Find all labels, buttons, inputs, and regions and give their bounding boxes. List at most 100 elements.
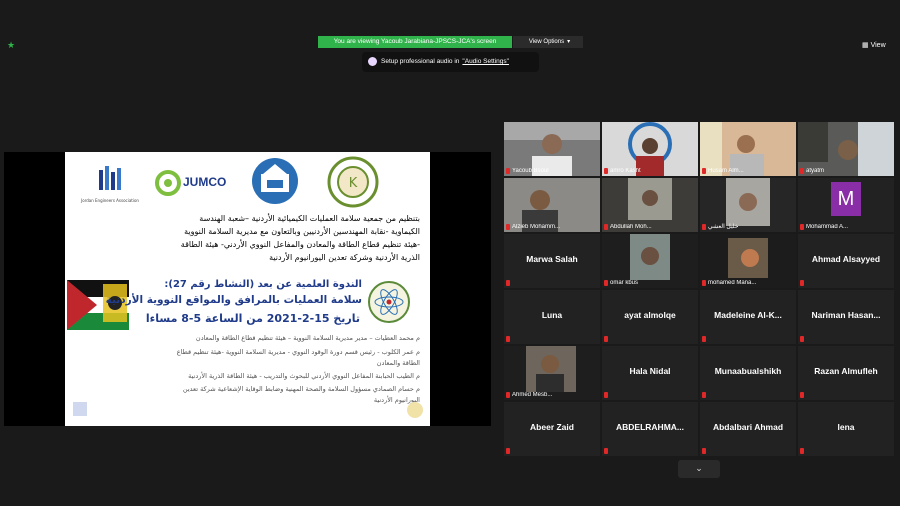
participant-tile[interactable]: Ahmed Mesb... <box>504 346 600 400</box>
speaker-line-3: الطاقة والمعادن <box>376 359 420 367</box>
view-button-label: View <box>870 42 886 49</box>
participant-name: Madeleine Al-K... <box>714 310 782 320</box>
participant-tile[interactable]: ayat almolqe <box>602 290 698 344</box>
chevron-down-icon: ▾ <box>567 39 571 45</box>
engineers-association-logo <box>95 164 125 198</box>
participant-tile[interactable]: Alzieb Mohamm... <box>504 178 600 232</box>
slide-line-1: بتنظيم من جمعية سلامة العمليات الكيميائي… <box>199 214 420 223</box>
engineers-association-caption: Jordan Engineers Association <box>81 198 139 203</box>
participant-tile[interactable]: Nariman Hasan... <box>798 290 894 344</box>
participant-tile[interactable]: lena <box>798 402 894 456</box>
participant-tile[interactable]: Hala Nidal <box>602 346 698 400</box>
mic-muted-icon <box>702 392 706 398</box>
atom-emblem-icon <box>367 280 411 324</box>
participant-name: Ahmed Mesb... <box>512 392 553 398</box>
participant-name: Razan Almufleh <box>814 366 878 376</box>
participant-tile[interactable]: خليل العشي <box>700 178 796 232</box>
mic-muted-icon <box>506 392 510 398</box>
grid-icon: ▦ <box>862 42 869 49</box>
participant-tile[interactable]: Madeleine Al-K... <box>700 290 796 344</box>
mic-muted-icon <box>702 168 706 174</box>
participant-tile[interactable]: Marwa Salah <box>504 234 600 288</box>
slide-topic: سلامة العمليات بالمرافق والمواقع النووية… <box>105 294 362 306</box>
mic-muted-icon <box>604 392 608 398</box>
participant-tile[interactable]: atyatm <box>798 122 894 176</box>
mic-muted-icon <box>702 280 706 286</box>
participant-name: Ahmad Alsayyed <box>811 254 881 264</box>
participant-tile[interactable]: Munaabualshikh <box>700 346 796 400</box>
participant-tile-active-speaker[interactable]: mohamed Mana... <box>700 234 796 288</box>
mic-muted-icon <box>800 224 804 230</box>
participant-name: atyatm <box>806 168 825 174</box>
screen-share-banner: You are viewing Yacoub Jarabiana-JPSCS-J… <box>318 36 512 48</box>
participant-name: Husam Alm... <box>708 168 744 174</box>
jumco-label: JUMCO <box>183 175 227 189</box>
participant-name: Hala Nidal <box>629 366 671 376</box>
participant-tile[interactable]: omar kbus <box>602 234 698 288</box>
mic-muted-icon <box>702 448 706 454</box>
shield-icon[interactable]: ★ <box>7 42 16 51</box>
mic-muted-icon <box>800 392 804 398</box>
participant-tile[interactable]: Ahmad Alsayyed <box>798 234 894 288</box>
mic-muted-icon <box>702 336 706 342</box>
participant-tile[interactable]: ABDELRAHMA... <box>602 402 698 456</box>
audio-settings-notice: Setup professional audio in "Audio Settin… <box>362 52 539 72</box>
speaker-line-1: م محمد العطيات – مدير مديرية السلامة الن… <box>195 334 420 342</box>
avatar: M <box>831 182 861 216</box>
participant-name: Abdullah Moh... <box>610 224 652 230</box>
mic-muted-icon <box>506 280 510 286</box>
participant-name: ayat almolqe <box>624 310 676 320</box>
participant-tile[interactable]: Abdullah Moh... <box>602 178 698 232</box>
slide-line-3: -هيئة تنظيم قطاع الطاقة والمعادن والمفاع… <box>180 240 420 249</box>
mic-muted-icon <box>800 448 804 454</box>
mic-muted-icon <box>604 280 608 286</box>
audio-icon <box>368 56 377 66</box>
participant-name: lena <box>837 422 855 432</box>
audio-settings-link[interactable]: "Audio Settings" <box>462 58 509 65</box>
participant-name: Luna <box>541 310 563 320</box>
mic-muted-icon <box>604 168 608 174</box>
participant-name: mohamed Mana... <box>708 280 757 286</box>
mic-muted-icon <box>506 224 510 230</box>
speaker-line-2: م عمر الكلوب - رئيس قسم دورة الوقود النو… <box>176 348 420 356</box>
participant-name: خليل العشي <box>708 224 739 230</box>
participant-name: Marwa Salah <box>526 254 578 264</box>
participant-name: Abeer Zaid <box>530 422 574 432</box>
regulatory-commission-logo <box>247 156 303 206</box>
jumco-logo: JUMCO <box>155 170 235 196</box>
mic-muted-icon <box>800 168 804 174</box>
participant-name: Alzieb Mohamm... <box>512 224 561 230</box>
participant-tile[interactable]: Yacoub Bsoul <box>504 122 600 176</box>
mic-muted-icon <box>800 336 804 342</box>
view-button[interactable]: ▦ View <box>862 41 886 49</box>
svg-text:K: K <box>349 176 358 191</box>
slide-date: تاريخ 15-2-2021 من الساعة 5-8 مساءا <box>145 312 360 325</box>
window-top-bar <box>0 0 900 34</box>
footer-left-logo <box>73 402 87 416</box>
participant-tile[interactable]: Luna <box>504 290 600 344</box>
participant-name: omar kbus <box>610 280 639 286</box>
slide-event-title: الندوة العلمية عن بعد (النشاط رقم 27): <box>164 279 362 290</box>
participant-tile[interactable]: amro Kasht <box>602 122 698 176</box>
participant-tile[interactable]: Husam Alm... <box>700 122 796 176</box>
participant-name: Yacoub Bsoul <box>512 168 549 174</box>
participant-tile[interactable]: Abeer Zaid <box>504 402 600 456</box>
gallery-expand-button[interactable]: ⌄ <box>678 460 720 478</box>
view-options-button[interactable]: View Options ▾ <box>513 36 583 48</box>
chevron-down-icon: ⌄ <box>695 464 703 474</box>
speaker-line-5: م حسام الصمادي مسؤول السلامة والصحة المه… <box>182 385 420 393</box>
participant-tile[interactable]: Razan Almufleh <box>798 346 894 400</box>
participant-tile[interactable]: M Mohammad A... <box>798 178 894 232</box>
mic-muted-icon <box>604 336 608 342</box>
footer-right-logo <box>407 402 423 418</box>
slide-line-4: الذرية الأردنية وشركة تعدين اليورانيوم ا… <box>269 253 420 262</box>
participant-name: amro Kasht <box>610 168 641 174</box>
participant-name: Nariman Hasan... <box>811 310 881 320</box>
slide-line-2: الكيماوية -نقابة المهندسين الأردنيين وبا… <box>184 227 420 236</box>
participant-name: Abdalbari Ahmad <box>712 422 784 432</box>
presentation-slide: Jordan Engineers Association JUMCO K بتن… <box>65 152 430 426</box>
chemical-safety-society-logo: K <box>327 156 379 208</box>
mic-muted-icon <box>506 448 510 454</box>
mic-muted-icon <box>604 224 608 230</box>
participant-tile[interactable]: Abdalbari Ahmad <box>700 402 796 456</box>
